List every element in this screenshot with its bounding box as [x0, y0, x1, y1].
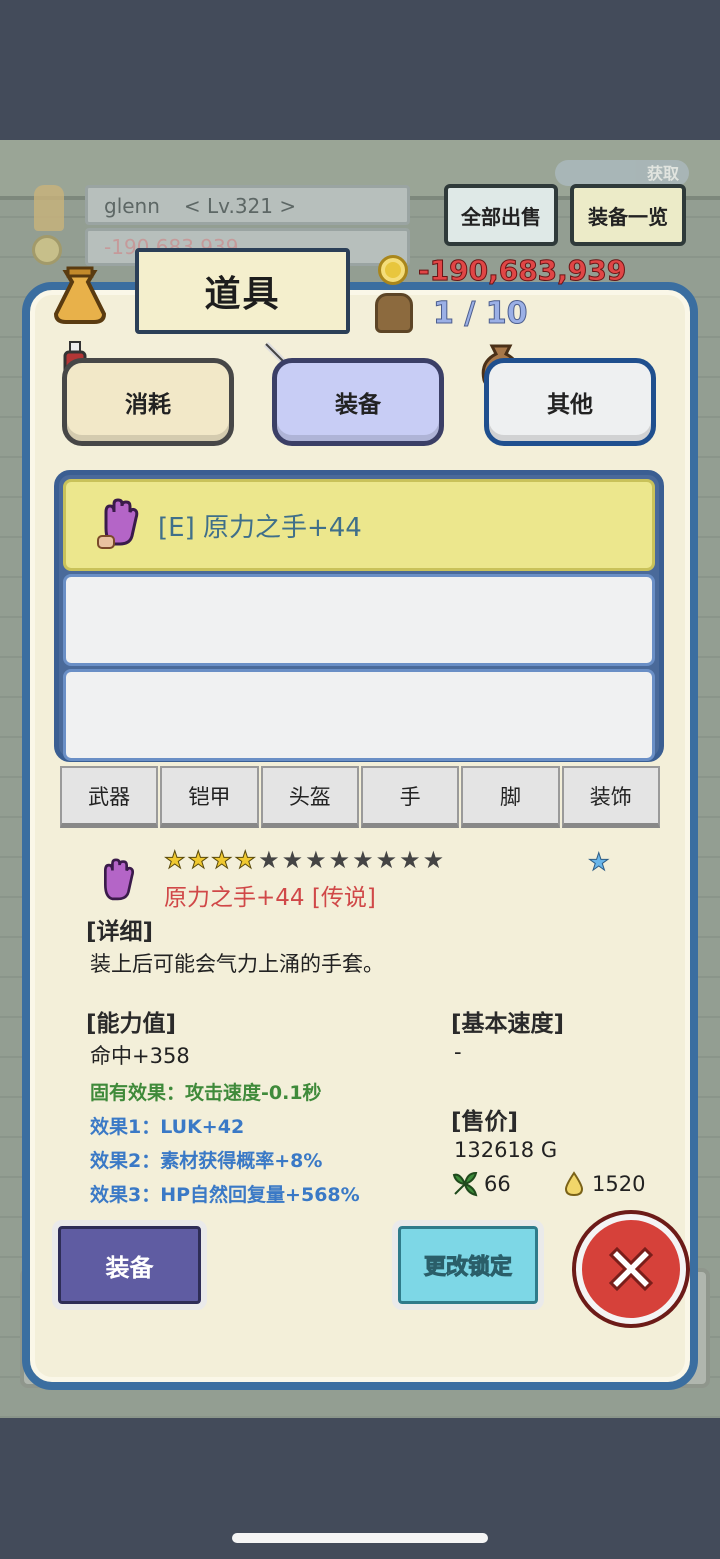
change-lock-button-label: 更改锁定: [423, 1255, 512, 1281]
category-foot-label: 脚: [499, 784, 521, 809]
bag-icon: [53, 266, 107, 324]
tab-consumables-label: 消耗: [125, 392, 171, 418]
inherent-effect: 固有效果：攻击速度-0.1秒: [90, 1082, 322, 1104]
star-empty-icon: ★: [305, 846, 327, 874]
stats-section-label: [能力值]: [86, 1011, 177, 1037]
category-accessory[interactable]: 装饰: [561, 766, 660, 828]
screen: glenn < Lv.321 > -190,683,939 获取 全部出售 装备…: [0, 0, 720, 1559]
capacity-count: 1 / 10: [432, 295, 528, 331]
player-level: < Lv.321 >: [183, 194, 297, 218]
item-slot-label: [E] 原力之手+44: [158, 512, 362, 543]
game-view: glenn < Lv.321 > -190,683,939 获取 全部出售 装备…: [0, 140, 720, 1418]
equipment-category-bar: 武器 铠甲 头盔 手 脚 装饰: [60, 766, 660, 828]
tab-equipment[interactable]: 装备: [272, 358, 444, 446]
star-empty-icon: ★: [281, 846, 304, 874]
speed-value: -: [454, 1040, 462, 1064]
item-description: 装上后可能会气力上涌的手套。: [90, 952, 384, 976]
category-helmet-label: 头盔: [288, 784, 331, 809]
tab-consumables[interactable]: 消耗: [62, 358, 234, 446]
rarity-stars: ★ ★ ★ ★ ★ ★ ★ ★ ★ ★ ★ ★: [164, 846, 445, 874]
player-name: glenn: [104, 194, 160, 218]
star-filled-icon: ★: [211, 846, 233, 874]
star-empty-icon: ★: [399, 846, 421, 874]
favorite-star-icon[interactable]: ★: [588, 848, 610, 877]
star-filled-icon: ★: [187, 846, 210, 874]
obtain-badge[interactable]: 获取: [555, 160, 689, 186]
tab-other-label: 其他: [547, 392, 593, 418]
drop-count: 1520: [592, 1172, 646, 1196]
item-slot[interactable]: [63, 669, 655, 761]
category-armor[interactable]: 铠甲: [160, 766, 259, 828]
star-empty-icon: ★: [258, 846, 280, 874]
tab-equipment-label: 装备: [335, 392, 381, 418]
category-armor-label: 铠甲: [188, 784, 231, 809]
backpack-icon: [375, 293, 413, 333]
star-empty-icon: ★: [328, 846, 351, 874]
obtain-badge-label: 获取: [646, 164, 679, 183]
panel-title: 道具: [135, 248, 350, 334]
category-hand-label: 手: [399, 784, 421, 809]
effect-1: 效果1：LUK+42: [90, 1116, 245, 1138]
item-name: 原力之手+44 [传说]: [164, 885, 376, 911]
equip-list-label: 装备一览: [588, 204, 668, 229]
category-weapon-label: 武器: [88, 784, 131, 809]
equip-list-button[interactable]: 装备一览: [570, 184, 686, 246]
category-hand[interactable]: 手: [360, 766, 460, 828]
drop-icon: [564, 1171, 584, 1197]
category-accessory-label: 装饰: [589, 784, 632, 809]
star-empty-icon: ★: [352, 846, 374, 874]
detail-section-label: [详细]: [86, 919, 154, 945]
price-value: 132618 G: [454, 1138, 558, 1162]
effect-3: 效果3：HP自然回复量+568%: [90, 1184, 360, 1206]
coin-icon: [32, 235, 62, 265]
herb-icon: [452, 1171, 478, 1197]
category-weapon[interactable]: 武器: [60, 766, 159, 828]
sell-all-label: 全部出售: [461, 204, 541, 229]
player-info-bar: glenn < Lv.321 >: [85, 185, 410, 225]
star-filled-icon: ★: [164, 846, 186, 874]
panel-title-text: 道具: [204, 274, 281, 315]
category-foot[interactable]: 脚: [461, 766, 560, 828]
gold-display: -190,683,939: [378, 252, 627, 288]
price-section-label: [售价]: [451, 1109, 519, 1135]
gold-amount: -190,683,939: [417, 253, 627, 287]
tab-other[interactable]: 其他: [484, 358, 656, 446]
item-slot[interactable]: [E] 原力之手+44: [63, 479, 655, 571]
category-helmet[interactable]: 头盔: [260, 766, 359, 828]
capacity-display: 1 / 10: [375, 293, 528, 333]
change-lock-button[interactable]: 更改锁定: [392, 1220, 544, 1310]
home-indicator[interactable]: [232, 1533, 488, 1543]
star-empty-icon: ★: [375, 846, 398, 874]
character-avatar-icon: [34, 185, 64, 231]
gold-coin-icon: [378, 255, 408, 285]
item-slot[interactable]: [63, 574, 655, 666]
star-filled-icon: ★: [234, 846, 257, 874]
stat-accuracy: 命中+358: [90, 1044, 190, 1068]
item-list: [E] 原力之手+44: [54, 470, 664, 762]
close-button[interactable]: [576, 1214, 686, 1324]
herb-count: 66: [484, 1172, 511, 1196]
equip-button[interactable]: 装备: [52, 1220, 207, 1310]
glove-icon: [97, 498, 139, 549]
sell-all-button[interactable]: 全部出售: [444, 184, 558, 246]
effect-2: 效果2：素材获得概率+8%: [90, 1150, 323, 1172]
glove-icon: [104, 858, 135, 901]
close-icon: [608, 1246, 654, 1292]
speed-section-label: [基本速度]: [451, 1011, 565, 1037]
star-empty-icon: ★: [422, 846, 445, 874]
equip-button-label: 装备: [105, 1253, 154, 1282]
